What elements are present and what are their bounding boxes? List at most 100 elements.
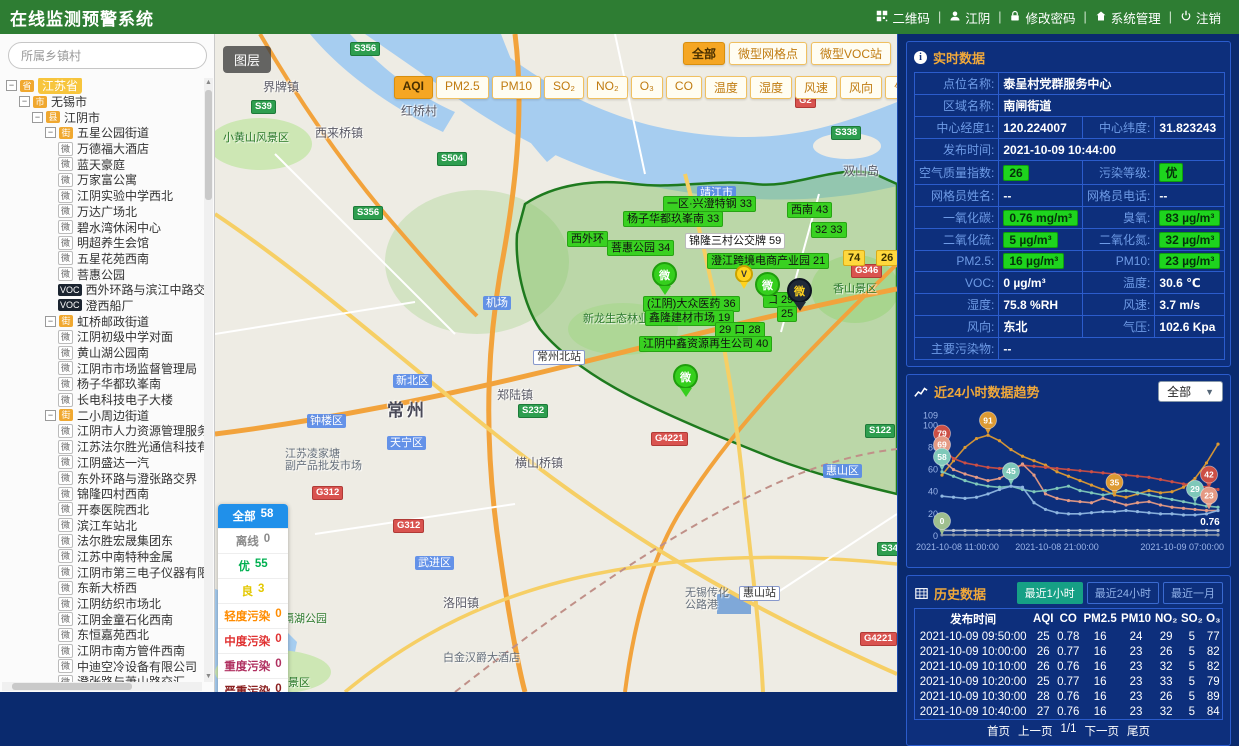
tree-item[interactable]: 微碧水湾休闲中心 bbox=[2, 219, 204, 235]
header-menu-item[interactable]: 注销 bbox=[1172, 8, 1229, 27]
tree-item[interactable]: 微江苏法尔胜光通信科技有限公司 bbox=[2, 439, 204, 455]
tree-item[interactable]: 微明超养生会馆 bbox=[2, 235, 204, 251]
scrollbar-thumb[interactable] bbox=[12, 683, 132, 690]
tree-item[interactable]: 微江阴实验中学西北 bbox=[2, 188, 204, 204]
legend-item[interactable]: 优55 bbox=[218, 554, 288, 579]
map-station-pin[interactable]: 微 bbox=[755, 272, 780, 297]
legend-item[interactable]: 全部58 bbox=[218, 504, 288, 529]
legend-item[interactable]: 良3 bbox=[218, 579, 288, 604]
legend-item[interactable]: 离线0 bbox=[218, 529, 288, 554]
tree-item[interactable]: VOC澄西船厂 bbox=[2, 298, 204, 314]
history-range-tab[interactable]: 最近一月 bbox=[1163, 582, 1223, 604]
map-station-label[interactable]: 澄江跨境电商产业园 21 bbox=[707, 253, 829, 269]
scroll-up-icon[interactable]: ▲ bbox=[204, 78, 213, 88]
history-range-tab[interactable]: 最近24小时 bbox=[1087, 582, 1159, 604]
metric-filter-button[interactable]: 气压 bbox=[885, 76, 897, 99]
legend-item[interactable]: 严重污染0 bbox=[218, 679, 288, 692]
map-station-label[interactable]: 西南 43 bbox=[787, 202, 832, 218]
tree-item[interactable]: 微澄张路与萧山路交汇 bbox=[2, 674, 204, 682]
pagination-link[interactable]: 首页 bbox=[987, 723, 1010, 739]
layers-button[interactable]: 图层 bbox=[223, 46, 271, 73]
tree-item[interactable]: −街虹桥邮政街道 bbox=[2, 313, 204, 329]
tree-item[interactable]: −街五星公园街道 bbox=[2, 125, 204, 141]
tree-item[interactable]: −市无锡市 bbox=[2, 94, 204, 110]
pagination-link[interactable]: 上一页 bbox=[1018, 723, 1053, 739]
history-range-tab[interactable]: 最近1小时 bbox=[1017, 582, 1083, 604]
map-station-label[interactable]: 32 33 bbox=[811, 222, 847, 238]
tree-expander-icon[interactable]: − bbox=[45, 316, 56, 327]
tree-item[interactable]: 微江阴市第三电子仪器有限公司 bbox=[2, 564, 204, 580]
metric-filter-button[interactable]: 温度 bbox=[705, 76, 747, 99]
tree-item[interactable]: 微长电科技电子大楼 bbox=[2, 392, 204, 408]
search-input[interactable] bbox=[8, 42, 207, 69]
tree-item[interactable]: 微东新大桥西 bbox=[2, 580, 204, 596]
trend-filter-dropdown[interactable]: 全部 ▼ bbox=[1158, 381, 1223, 402]
header-menu-item[interactable]: 系统管理 bbox=[1087, 8, 1169, 27]
tree-expander-icon[interactable]: − bbox=[32, 112, 43, 123]
tree-item[interactable]: 微中迪空冷设备有限公司 bbox=[2, 658, 204, 674]
tree-item[interactable]: 微锦隆四村西南 bbox=[2, 486, 204, 502]
tree-item[interactable]: −街二小周边街道 bbox=[2, 407, 204, 423]
tree-expander-icon[interactable]: − bbox=[19, 96, 30, 107]
map-canvas[interactable]: 图层 全部微型网格点微型VOC站 AQIPM2.5PM10SO₂NO₂O₃CO温… bbox=[215, 34, 897, 692]
tree-item[interactable]: 微东恒嘉苑西北 bbox=[2, 627, 204, 643]
tree-expander-icon[interactable]: − bbox=[6, 80, 17, 91]
tree-item[interactable]: 微菩惠公园 bbox=[2, 266, 204, 282]
map-station-label[interactable]: 杨子华都玖峯南 33 bbox=[623, 211, 723, 227]
map-station-pin[interactable]: V bbox=[735, 265, 753, 283]
map-station-pin[interactable]: 微 bbox=[652, 262, 677, 287]
tree-item[interactable]: 微滨江车站北 bbox=[2, 517, 204, 533]
map-station-label[interactable]: 菩惠公园 34 bbox=[607, 240, 674, 256]
metric-filter-button[interactable]: PM2.5 bbox=[436, 76, 489, 99]
legend-item[interactable]: 轻度污染0 bbox=[218, 604, 288, 629]
legend-item[interactable]: 中度污染0 bbox=[218, 629, 288, 654]
scrollbar-thumb[interactable] bbox=[205, 90, 212, 200]
tree-item[interactable]: 微江苏中南特种金属 bbox=[2, 549, 204, 565]
metric-filter-button[interactable]: AQI bbox=[394, 76, 433, 99]
header-menu-item[interactable]: 江阴 bbox=[941, 8, 998, 27]
tree-item[interactable]: 微江阴市市场监督管理局 bbox=[2, 360, 204, 376]
pagination-link[interactable]: 下一页 bbox=[1085, 723, 1120, 739]
tree-item[interactable]: 微蓝天豪庭 bbox=[2, 156, 204, 172]
station-type-filter-button[interactable]: 微型网格点 bbox=[729, 42, 807, 65]
tree-item[interactable]: 微开泰医院西北 bbox=[2, 502, 204, 518]
legend-item[interactable]: 重度污染0 bbox=[218, 654, 288, 679]
metric-filter-button[interactable]: 风向 bbox=[840, 76, 882, 99]
tree-item[interactable]: 微江阴纺织市场北 bbox=[2, 596, 204, 612]
metric-filter-button[interactable]: 湿度 bbox=[750, 76, 792, 99]
header-menu-item[interactable]: 修改密码 bbox=[1001, 8, 1083, 27]
map-station-pin[interactable]: 微 bbox=[787, 278, 812, 303]
map-station-label[interactable]: 锦隆三村公交牌 59 bbox=[685, 233, 785, 249]
tree-item[interactable]: −县江阴市 bbox=[2, 109, 204, 125]
metric-filter-button[interactable]: CO bbox=[666, 76, 702, 99]
station-type-filter-button[interactable]: 微型VOC站 bbox=[811, 42, 891, 65]
tree-item[interactable]: 微法尔胜宏晟集团东 bbox=[2, 533, 204, 549]
tree-item[interactable]: 微万家富公寓 bbox=[2, 172, 204, 188]
tree-expander-icon[interactable]: − bbox=[45, 410, 56, 421]
tree-expander-icon[interactable]: − bbox=[45, 127, 56, 138]
tree-item[interactable]: 微江阴市人力资源管理服务中心 bbox=[2, 423, 204, 439]
tree-horizontal-scrollbar[interactable] bbox=[2, 682, 202, 691]
tree-item[interactable]: 微万达广场北 bbox=[2, 204, 204, 220]
scroll-down-icon[interactable]: ▼ bbox=[204, 672, 213, 682]
pagination-link[interactable]: 尾页 bbox=[1127, 723, 1150, 739]
tree-item[interactable]: 微东外环路与澄张路交界 bbox=[2, 470, 204, 486]
tree-item[interactable]: 微五星花苑西南 bbox=[2, 251, 204, 267]
metric-filter-button[interactable]: SO₂ bbox=[544, 76, 584, 99]
map-station-label[interactable]: 江阴中鑫资源再生公司 40 bbox=[639, 336, 772, 352]
tree-vertical-scrollbar[interactable]: ▲ ▼ bbox=[204, 78, 213, 682]
metric-filter-button[interactable]: NO₂ bbox=[587, 76, 628, 99]
tree-item[interactable]: VOC西外环路与滨江中路交叉口 bbox=[2, 282, 204, 298]
tree-item[interactable]: 微黄山湖公园南 bbox=[2, 345, 204, 361]
tree-item[interactable]: 微江阴盛达一汽 bbox=[2, 455, 204, 471]
tree-item[interactable]: 微江阴市南方管件西南 bbox=[2, 643, 204, 659]
tree-item[interactable]: 微杨子华都玖峯南 bbox=[2, 376, 204, 392]
header-menu-item[interactable]: 二维码 bbox=[868, 8, 938, 27]
map-station-pin[interactable]: 微 bbox=[673, 364, 698, 389]
tree-item[interactable]: 微江阴金童石化西南 bbox=[2, 611, 204, 627]
metric-filter-button[interactable]: PM10 bbox=[492, 76, 541, 99]
metric-filter-button[interactable]: 风速 bbox=[795, 76, 837, 99]
map-station-label[interactable]: 一区·兴澄特钢 33 bbox=[663, 196, 756, 212]
map-station-label[interactable]: 西外环 bbox=[567, 231, 608, 247]
tree-item[interactable]: −省江苏省 bbox=[2, 78, 204, 94]
